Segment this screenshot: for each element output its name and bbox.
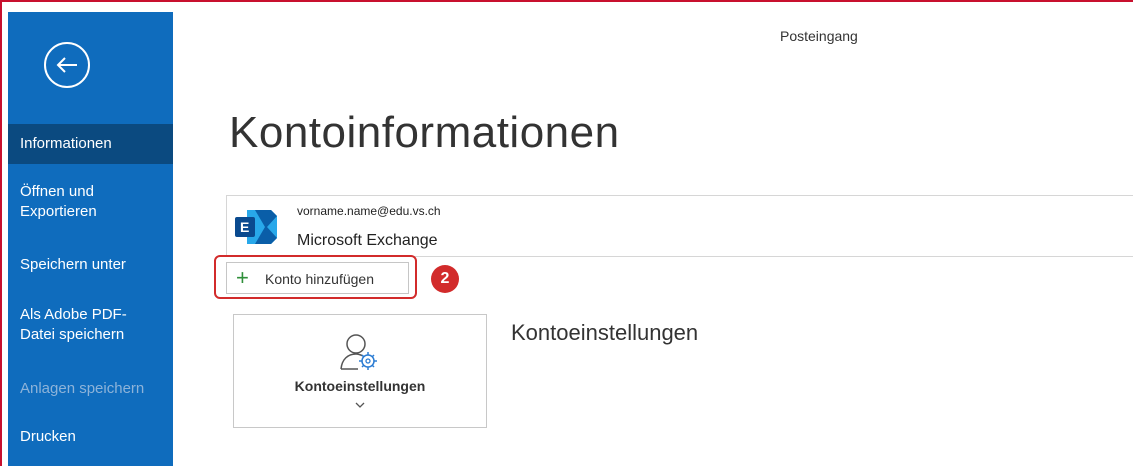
sidebar-item-label: Informationen bbox=[20, 135, 112, 152]
back-button[interactable] bbox=[44, 42, 90, 88]
sidebar-item-label: Als Adobe PDF- bbox=[20, 306, 127, 323]
window-frame-top bbox=[0, 0, 1133, 2]
page-title: Kontoinformationen bbox=[229, 108, 620, 157]
sidebar-item-speichern-unter[interactable]: Speichern unter bbox=[8, 255, 173, 279]
sidebar-item-anlagen-speichern: Anlagen speichern bbox=[8, 379, 173, 403]
step-badge: 2 bbox=[431, 265, 459, 293]
sidebar-item-adobe-pdf[interactable]: Als Adobe PDF- Datei speichern bbox=[8, 305, 173, 351]
chevron-down-icon bbox=[355, 402, 365, 408]
sidebar-item-label: Drucken bbox=[20, 428, 76, 445]
arrow-left-icon bbox=[56, 57, 77, 73]
backstage-sidebar: Informationen Öffnen und Exportieren Spe… bbox=[8, 12, 173, 466]
sidebar-item-drucken[interactable]: Drucken bbox=[8, 427, 173, 451]
user-settings-icon bbox=[340, 334, 377, 370]
account-settings-button[interactable]: Kontoeinstellungen bbox=[233, 314, 487, 428]
settings-heading: Kontoeinstellungen bbox=[511, 320, 699, 345]
window-title: Posteingang bbox=[780, 28, 858, 44]
add-account-button[interactable]: + Konto hinzufügen bbox=[226, 262, 409, 294]
sidebar-item-label: Exportieren bbox=[20, 203, 97, 220]
svg-text:E: E bbox=[240, 219, 249, 235]
account-type: Microsoft Exchange bbox=[297, 232, 438, 249]
sidebar-item-informationen[interactable]: Informationen bbox=[8, 124, 173, 164]
sidebar-item-label: Öffnen und bbox=[20, 183, 94, 200]
sidebar-item-label: Speichern unter bbox=[20, 256, 126, 273]
sidebar-item-oeffnen-exportieren[interactable]: Öffnen und Exportieren bbox=[8, 182, 173, 228]
settings-tile-label: Kontoeinstellungen bbox=[294, 378, 426, 394]
account-selector[interactable]: E vorname.name@edu.vs.ch Microsoft Excha… bbox=[226, 195, 1133, 257]
exchange-icon: E bbox=[235, 210, 277, 244]
sidebar-item-label: Datei speichern bbox=[20, 326, 125, 343]
add-account-label: Konto hinzufügen bbox=[265, 271, 374, 287]
plus-icon: + bbox=[236, 265, 249, 290]
account-email: vorname.name@edu.vs.ch bbox=[297, 204, 441, 218]
sidebar-item-label: Anlagen speichern bbox=[20, 380, 145, 397]
